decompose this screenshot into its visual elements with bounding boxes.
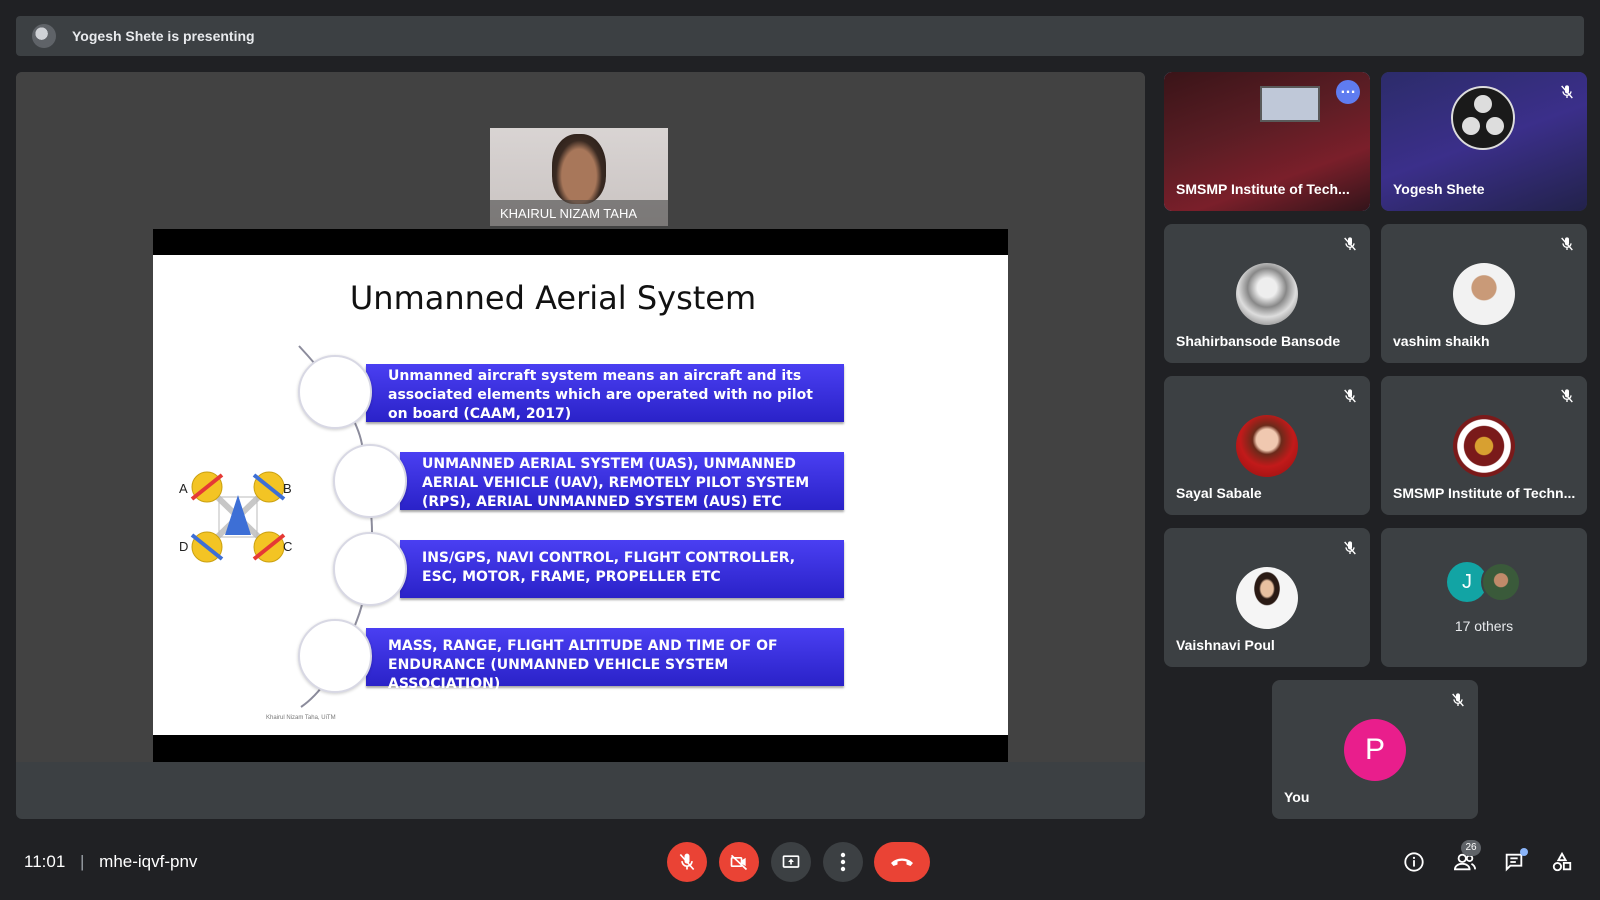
participant-name: SMSMP Institute of Techn... <box>1393 485 1576 501</box>
more-options-icon[interactable]: … <box>1336 80 1360 104</box>
presenter-avatar <box>32 24 56 48</box>
info-separator: | <box>80 852 85 871</box>
participant-name: Vaishnavi Poul <box>1176 637 1275 653</box>
participant-tile-shahirbansode[interactable]: Shahirbansode Bansode <box>1164 224 1370 363</box>
obs-logo-icon <box>1451 86 1515 150</box>
drone-diagram-icon: A B C D <box>179 471 292 563</box>
hang-up-icon <box>891 858 913 866</box>
drone-label-d: D <box>179 539 188 554</box>
presenter-camera: KHAIRUL NIZAM TAHA <box>490 128 668 226</box>
mic-off-icon <box>1561 85 1573 99</box>
clock-time: 11:01 <box>24 852 66 871</box>
avatar <box>1236 263 1298 325</box>
participant-tile-smsmp-1[interactable]: … SMSMP Institute of Tech... <box>1164 72 1370 211</box>
participant-name: You <box>1284 789 1310 805</box>
participant-tile-yogesh[interactable]: Yogesh Shete <box>1381 72 1587 211</box>
others-label: 17 others <box>1454 618 1514 634</box>
mic-off-icon <box>1344 237 1356 251</box>
slide-bullet: INS/GPS, NAVI CONTROL, FLIGHT CONTROLLER… <box>400 540 844 598</box>
present-screen-button[interactable] <box>771 842 811 882</box>
presentation-stage[interactable]: Unmanned Aerial System A B C D Unmanned … <box>16 72 1145 819</box>
others-avatar <box>1481 562 1521 602</box>
info-icon <box>1404 852 1424 872</box>
mic-off-icon <box>1561 389 1573 403</box>
bullet-circle <box>333 444 407 518</box>
slide: Unmanned Aerial System A B C D Unmanned … <box>153 255 1008 735</box>
camera-name: KHAIRUL NIZAM TAHA <box>490 200 668 226</box>
activities-icon <box>1552 851 1572 872</box>
more-options-button[interactable] <box>823 842 863 882</box>
participant-count-badge: 26 <box>1461 840 1481 856</box>
participant-name: vashim shaikh <box>1393 333 1490 349</box>
participant-name: Shahirbansode Bansode <box>1176 333 1341 349</box>
participant-name: SMSMP Institute of Tech... <box>1176 181 1350 197</box>
drone-label-a: A <box>179 481 188 496</box>
others-tile[interactable]: J 17 others <box>1381 528 1587 667</box>
mic-off-icon <box>679 853 695 871</box>
mic-off-icon <box>1344 389 1356 403</box>
mic-off-icon <box>1561 237 1573 251</box>
participant-tile-vaishnavi[interactable]: Vaishnavi Poul <box>1164 528 1370 667</box>
presenter-face <box>552 134 606 204</box>
activities-button[interactable] <box>1548 848 1576 876</box>
drone-label-b: B <box>283 481 292 496</box>
present-screen-icon <box>782 855 800 868</box>
more-vert-icon <box>840 852 846 872</box>
slide-bullet: MASS, RANGE, FLIGHT ALTITUDE AND TIME OF… <box>366 628 844 692</box>
drone-label-c: C <box>283 539 292 554</box>
mic-off-icon <box>1344 541 1356 555</box>
avatar <box>1236 415 1298 477</box>
participant-name: Sayal Sabale <box>1176 485 1262 501</box>
presenting-banner: Yogesh Shete is presenting <box>16 16 1584 56</box>
slide-bullet: UNMANNED AERIAL SYSTEM (UAS), UNMANNED A… <box>400 452 844 510</box>
meeting-info: 11:01 | mhe-iqvf-pnv <box>24 852 197 872</box>
participant-tile-sayal[interactable]: Sayal Sabale <box>1164 376 1370 515</box>
slide-footer: Khairul Nizam Taha, UiTM <box>266 715 336 721</box>
camera-toggle-button[interactable] <box>719 842 759 882</box>
mic-toggle-button[interactable] <box>667 842 707 882</box>
control-bar: 11:01 | mhe-iqvf-pnv 26 <box>0 820 1600 900</box>
mic-off-icon <box>1452 693 1464 707</box>
bullet-circle <box>298 619 372 693</box>
slide-bullet: Unmanned aircraft system means an aircra… <box>366 364 844 422</box>
bullet-circle <box>333 532 407 606</box>
participant-name: Yogesh Shete <box>1393 181 1485 197</box>
participant-tile-you[interactable]: P You <box>1272 680 1478 819</box>
bullet-circle <box>298 355 372 429</box>
camera-off-icon <box>730 854 748 871</box>
chat-button[interactable] <box>1500 848 1528 876</box>
avatar <box>1236 567 1298 629</box>
avatar <box>1453 263 1515 325</box>
institute-logo-icon <box>1453 415 1515 477</box>
video-screen <box>1260 86 1320 122</box>
participant-tile-smsmp-2[interactable]: SMSMP Institute of Techn... <box>1381 376 1587 515</box>
meeting-code: mhe-iqvf-pnv <box>99 852 198 871</box>
presenting-text: Yogesh Shete is presenting <box>72 28 255 44</box>
unread-dot <box>1520 848 1528 856</box>
you-avatar: P <box>1344 719 1406 781</box>
leave-call-button[interactable] <box>874 842 930 882</box>
participant-tile-vashim[interactable]: vashim shaikh <box>1381 224 1587 363</box>
meeting-details-button[interactable] <box>1400 848 1428 876</box>
